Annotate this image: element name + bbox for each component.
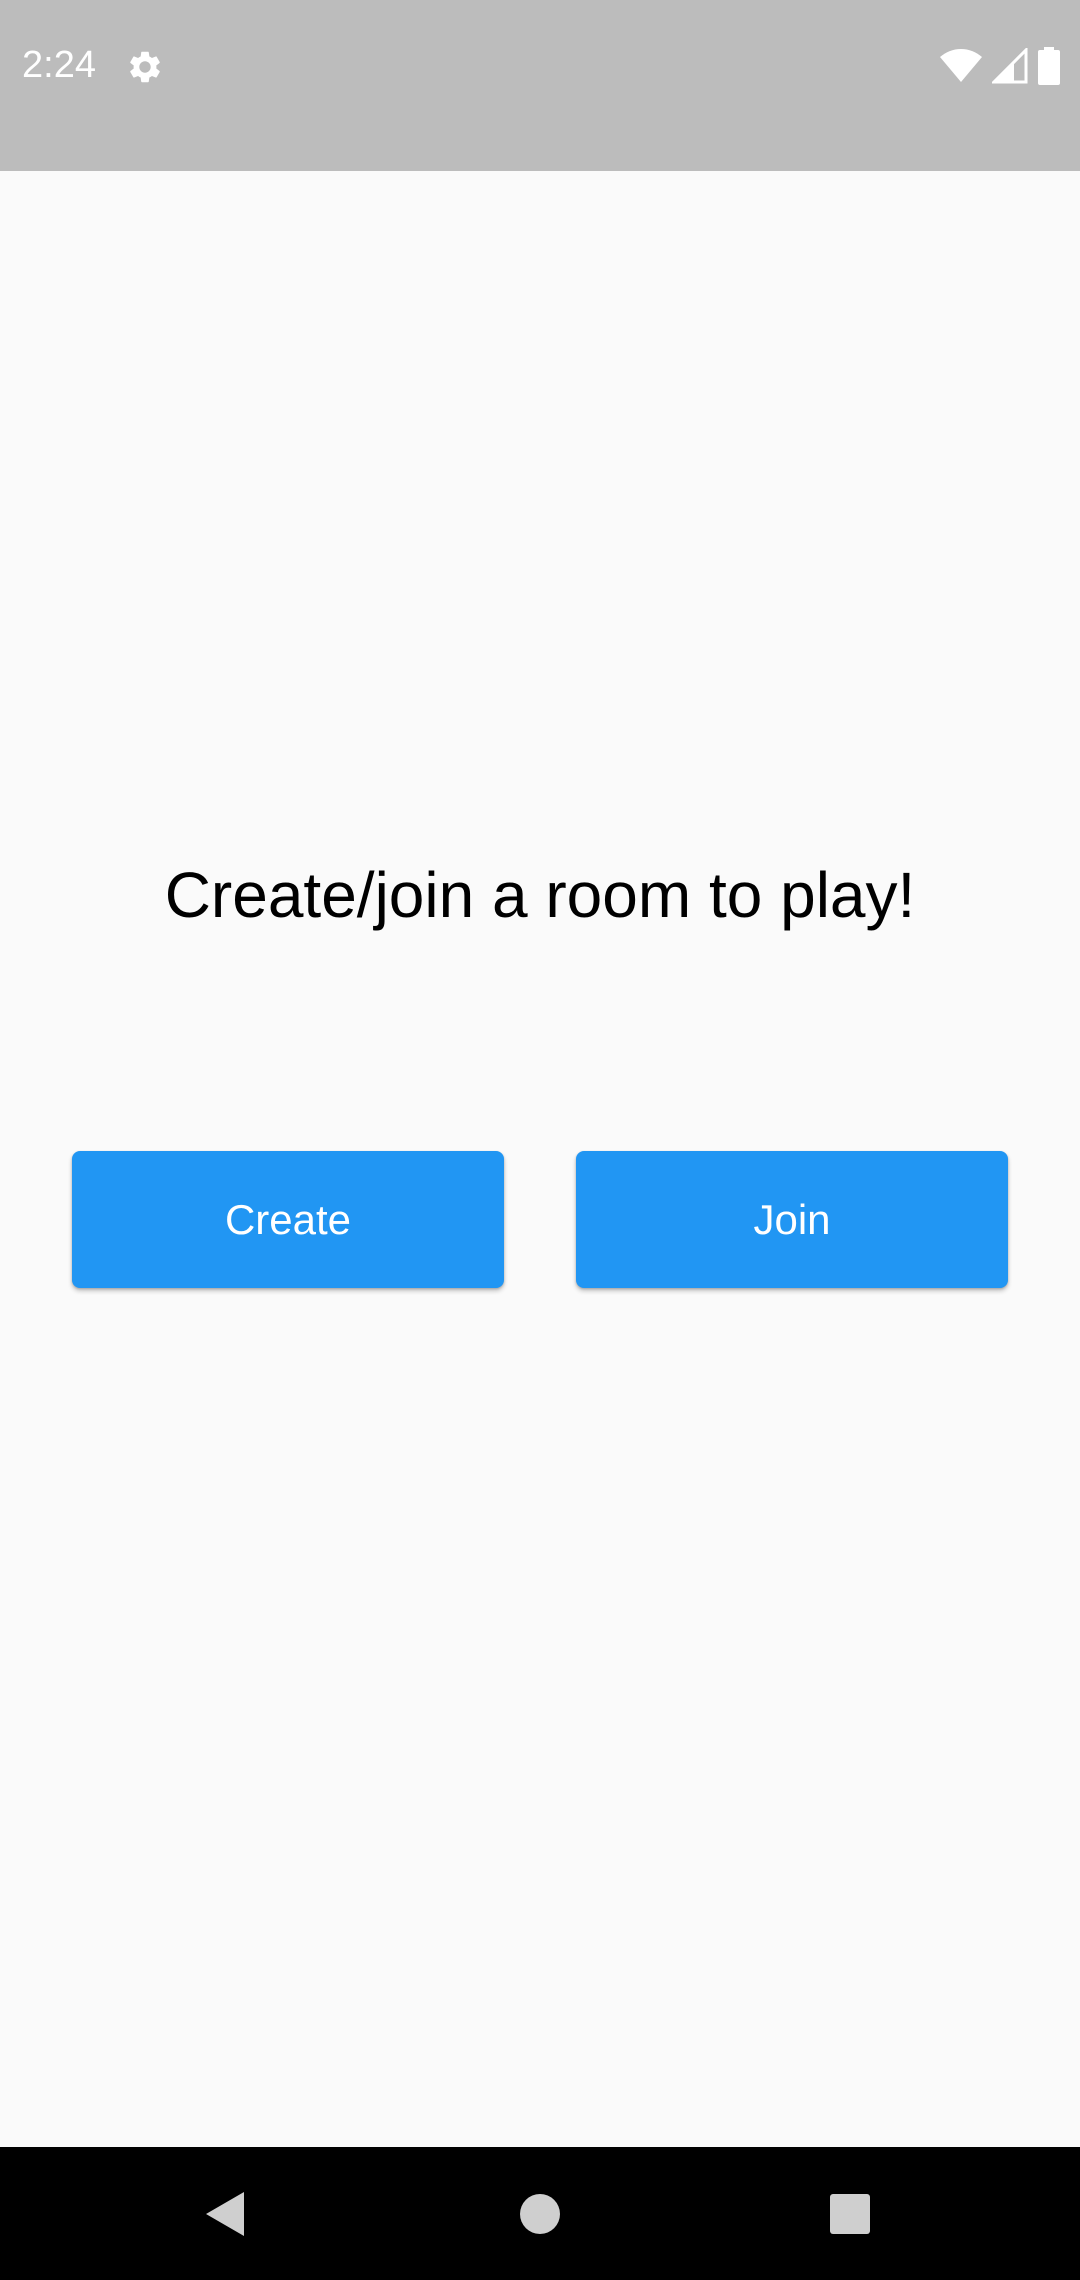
navigation-bar <box>0 2147 1080 2280</box>
recents-icon <box>830 2193 870 2234</box>
page-title: Create/join a room to play! <box>164 859 916 931</box>
battery-icon <box>1038 47 1060 85</box>
join-button[interactable]: Join <box>576 1151 1008 1288</box>
recents-button[interactable] <box>770 2147 930 2280</box>
cell-signal-icon <box>992 48 1028 84</box>
back-icon <box>206 2191 244 2236</box>
settings-icon <box>126 48 164 86</box>
home-button[interactable] <box>460 2147 620 2280</box>
wifi-icon <box>940 49 982 83</box>
status-time: 2:24 <box>22 44 96 86</box>
home-icon <box>520 2193 560 2234</box>
status-icons <box>940 46 1060 86</box>
status-bar: 2:24 <box>0 0 1080 171</box>
create-button[interactable]: Create <box>72 1151 504 1288</box>
back-button[interactable] <box>146 2147 306 2280</box>
app-screen: 2:24 Create/join a room to play! Create … <box>0 0 1080 2280</box>
